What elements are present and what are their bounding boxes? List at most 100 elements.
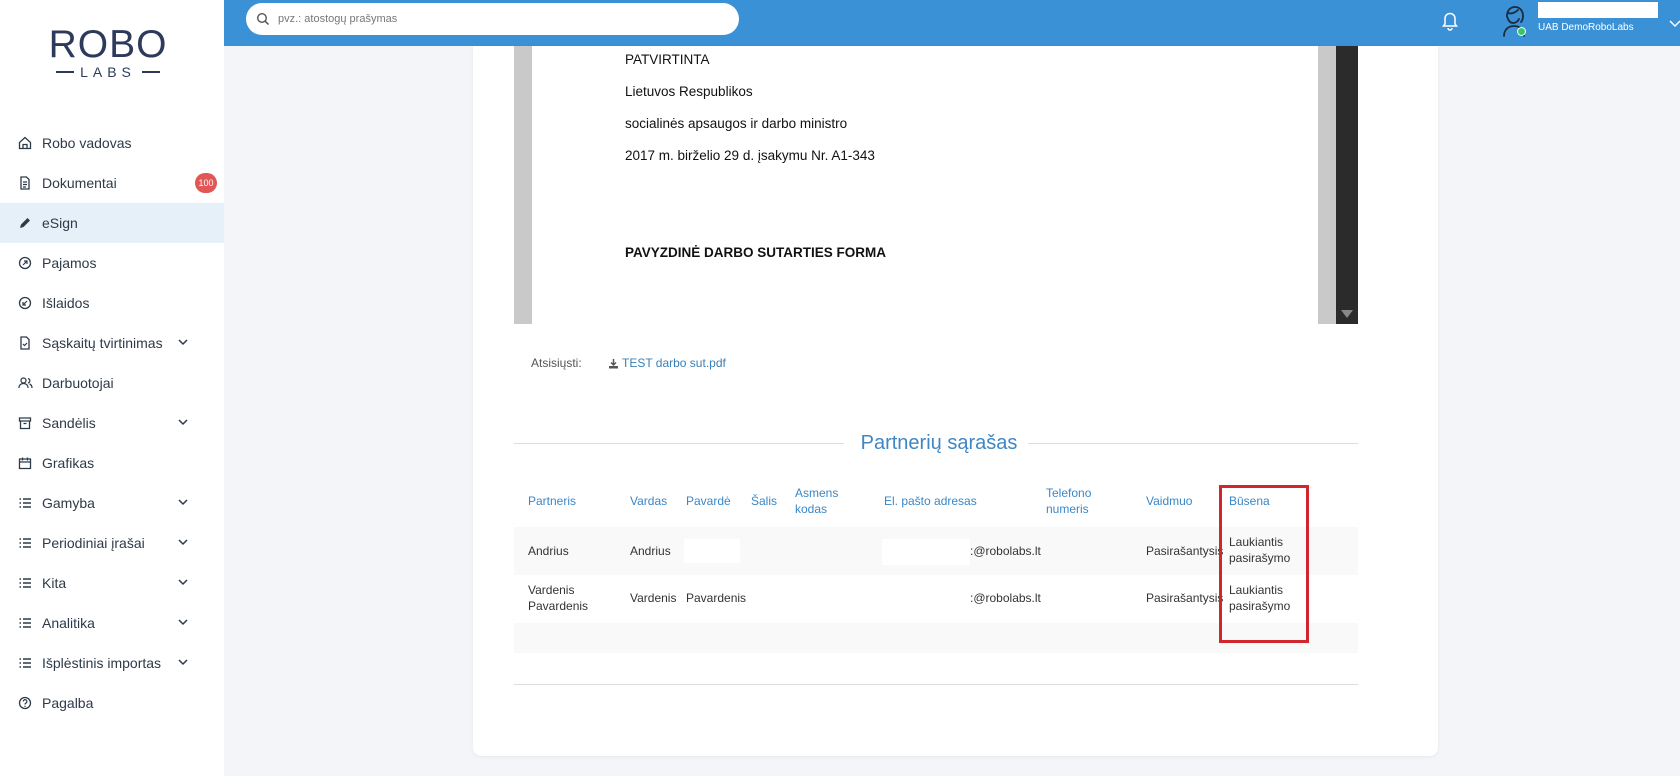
sidebar-item-periodiniai-irasai[interactable]: Periodiniai įrašai [0, 523, 224, 563]
sidebar-item-label: Periodiniai įrašai [42, 535, 145, 551]
help-icon [16, 694, 34, 712]
list-icon [16, 534, 34, 552]
documents-count-badge: 100 [195, 173, 217, 193]
column-header-el-pasto-adresas[interactable]: El. pašto adresas [884, 493, 977, 509]
document-line: 2017 m. birželio 29 d. įsakymu Nr. A1-34… [625, 148, 875, 163]
sidebar-item-label: Išplėstinis importas [42, 655, 162, 671]
warehouse-icon [16, 414, 34, 432]
sidebar-item-analitika[interactable]: Analitika [0, 603, 224, 643]
download-file-name: TEST darbo sut.pdf [622, 356, 726, 370]
scroll-down-arrow-icon[interactable] [1341, 310, 1353, 318]
chevron-down-icon[interactable] [176, 495, 190, 509]
column-header-partneris[interactable]: Partneris [528, 493, 576, 509]
top-bar: UAB DemoRoboLabs [224, 0, 1680, 46]
list-icon [16, 574, 34, 592]
column-header-vardas[interactable]: Vardas [630, 493, 667, 509]
cell-vardas: Andrius [630, 544, 671, 558]
sidebar-item-label: Grafikas [42, 455, 95, 471]
search-input[interactable] [278, 13, 718, 25]
sidebar-item-grafikas[interactable]: Grafikas [0, 443, 224, 483]
column-header-vaidmuo[interactable]: Vaidmuo [1146, 493, 1192, 509]
search-icon [256, 12, 270, 26]
chevron-down-icon[interactable] [176, 535, 190, 549]
status-column-highlight [1219, 485, 1309, 643]
logo-main-text: ROBO [48, 23, 168, 66]
column-header-pavarde[interactable]: Pavardė [686, 493, 731, 509]
sidebar-item-label: Darbuotojai [42, 375, 114, 391]
expense-icon [16, 294, 34, 312]
sidebar-item-esign[interactable]: eSign [0, 203, 224, 243]
sidebar-item-label: Gamyba [42, 495, 95, 511]
sidebar: ROBO LABS Robo vadovas Dokumentai 100 eS… [0, 0, 224, 776]
sidebar-item-pajamos[interactable]: Pajamos [0, 243, 224, 283]
invoice-check-icon [16, 334, 34, 352]
sidebar-item-pagalba[interactable]: Pagalba [0, 683, 224, 723]
chevron-down-icon[interactable] [176, 655, 190, 669]
partners-title: Partnerių sąrašas [860, 432, 1018, 454]
bell-icon[interactable] [1440, 9, 1460, 31]
list-icon [16, 614, 34, 632]
robolabs-logo[interactable]: ROBO LABS [48, 24, 168, 94]
cell-vaidmuo: Pasirašantysis [1146, 544, 1224, 558]
chevron-down-icon[interactable] [1669, 20, 1680, 28]
cell-email: :@robolabs.lt [970, 591, 1041, 605]
chevron-down-icon[interactable] [176, 335, 190, 349]
sidebar-item-saskaitu-tvirtinimas[interactable]: Sąskaitų tvirtinimas [0, 323, 224, 363]
search-box[interactable] [246, 3, 739, 35]
sidebar-item-kita[interactable]: Kita [0, 563, 224, 603]
sidebar-item-gamyba[interactable]: Gamyba [0, 483, 224, 523]
partners-section-title: Partnerių sąrašas [514, 432, 1358, 456]
document-line: Lietuvos Respublikos [625, 84, 753, 99]
sidebar-item-label: Pajamos [42, 255, 97, 271]
sidebar-item-darbuotojai[interactable]: Darbuotojai [0, 363, 224, 403]
sidebar-item-dokumentai[interactable]: Dokumentai 100 [0, 163, 224, 203]
column-header-salis[interactable]: Šalis [751, 493, 777, 509]
calendar-icon [16, 454, 34, 472]
cell-pavarde: Pavardenis [686, 591, 747, 605]
sidebar-item-sandelis[interactable]: Sandėlis [0, 403, 224, 443]
column-header-asmens-kodas[interactable]: Asmens kodas [795, 485, 855, 517]
pen-icon [16, 214, 34, 232]
download-icon [609, 358, 618, 368]
redacted-cell [684, 539, 740, 563]
sidebar-nav: Robo vadovas Dokumentai 100 eSign Pajamo… [0, 123, 224, 723]
list-icon [16, 654, 34, 672]
list-icon [16, 494, 34, 512]
sidebar-item-label: Analitika [42, 615, 95, 631]
user-name-field [1538, 2, 1658, 18]
column-header-telefono-numeris[interactable]: Telefono numeris [1046, 485, 1106, 517]
income-icon [16, 254, 34, 272]
redacted-cell [882, 539, 970, 565]
online-status-dot [1517, 27, 1526, 36]
logo-sub-text: LABS [80, 64, 136, 80]
cell-partner: Vardenis Pavardenis [528, 583, 589, 613]
document-icon [16, 174, 34, 192]
divider [514, 684, 1358, 685]
sidebar-item-label: Dokumentai [42, 175, 117, 191]
sidebar-item-label: Išlaidos [42, 295, 90, 311]
sidebar-item-label: Sandėlis [42, 415, 96, 431]
document-line: PATVIRTINTA [625, 52, 710, 67]
logo-sub: LABS [48, 64, 168, 80]
sidebar-item-label: Sąskaitų tvirtinimas [42, 335, 163, 351]
sidebar-item-label: Robo vadovas [42, 135, 132, 151]
cell-vardas: Vardenis [630, 591, 677, 605]
sidebar-item-label: Kita [42, 575, 67, 591]
users-icon [16, 374, 34, 392]
pdf-scrollbar[interactable] [1336, 46, 1358, 324]
cell-email: :@robolabs.lt [970, 544, 1041, 558]
pdf-viewer[interactable]: PATVIRTINTA Lietuvos Respublikos sociali… [514, 46, 1358, 324]
sidebar-item-label: eSign [42, 215, 78, 231]
sidebar-item-label: Pagalba [42, 695, 94, 711]
chevron-down-icon[interactable] [176, 415, 190, 429]
sidebar-item-islaidos[interactable]: Išlaidos [0, 283, 224, 323]
cell-vaidmuo: Pasirašantysis [1146, 591, 1224, 605]
user-avatar-icon[interactable] [1496, 2, 1532, 38]
download-label: Atsisiųsti: [531, 356, 582, 370]
chevron-down-icon[interactable] [176, 575, 190, 589]
sidebar-item-robo-vadovas[interactable]: Robo vadovas [0, 123, 224, 163]
sidebar-item-isplestinis-importas[interactable]: Išplėstinis importas [0, 643, 224, 683]
download-file-link[interactable]: TEST darbo sut.pdf [608, 356, 726, 370]
company-name[interactable]: UAB DemoRoboLabs [1538, 22, 1634, 33]
chevron-down-icon[interactable] [176, 615, 190, 629]
